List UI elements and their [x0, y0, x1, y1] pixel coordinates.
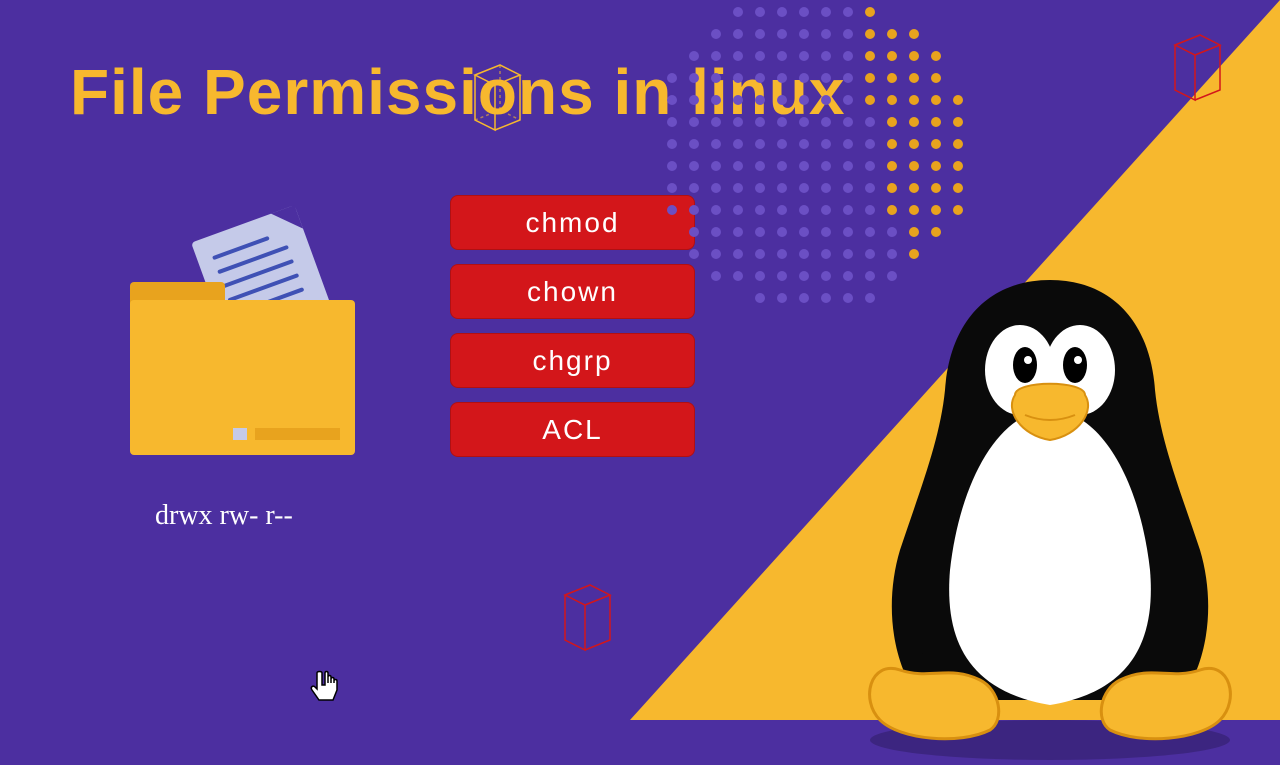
command-label: chown	[527, 276, 618, 308]
folder-icon	[130, 220, 380, 470]
command-acl: ACL	[450, 402, 695, 457]
command-chgrp: chgrp	[450, 333, 695, 388]
command-label: ACL	[542, 414, 602, 446]
cube-decoration-icon	[1170, 20, 1225, 105]
permission-string: drwx rw- r--	[155, 500, 293, 532]
cube-decoration-icon	[560, 570, 615, 655]
cursor-hand-icon	[305, 665, 345, 705]
command-label: chgrp	[532, 345, 612, 377]
cube-decoration-icon	[470, 50, 525, 135]
dots-pattern-icon	[640, 0, 980, 340]
command-label: chmod	[525, 207, 619, 239]
